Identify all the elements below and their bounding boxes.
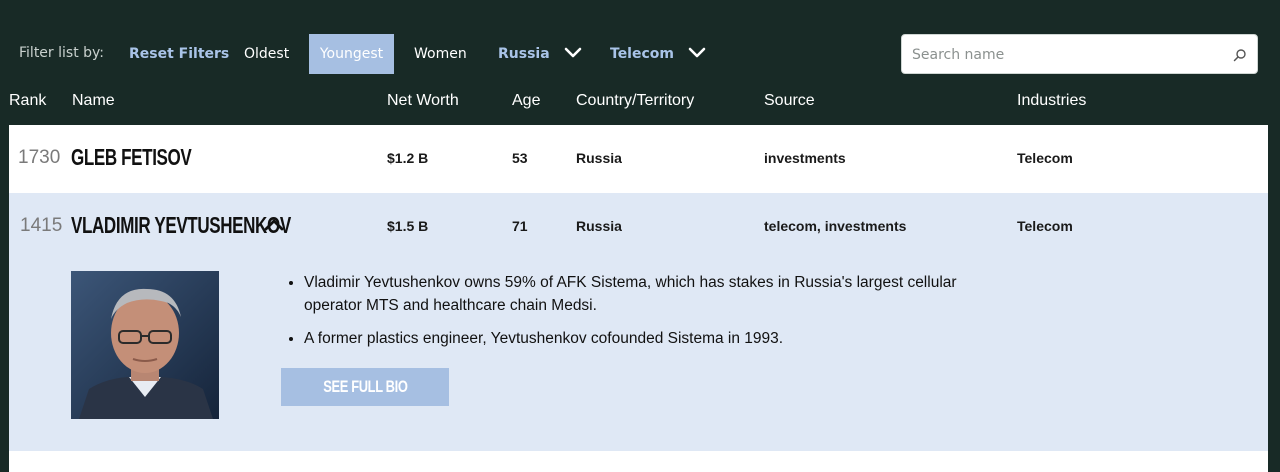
search-input[interactable] — [912, 43, 1222, 67]
country-dropdown-label: Russia — [498, 46, 550, 62]
column-header-net-worth[interactable]: Net Worth — [387, 92, 459, 110]
column-header-rank[interactable]: Rank — [9, 92, 46, 110]
filter-women-button[interactable]: Women — [414, 34, 467, 74]
column-header-age[interactable]: Age — [512, 92, 540, 110]
column-header-country[interactable]: Country/Territory — [576, 92, 694, 110]
row-industries: Telecom — [1017, 150, 1073, 166]
search-icon[interactable] — [1233, 47, 1247, 66]
table-row[interactable] — [9, 451, 1268, 472]
row-rank: 1730 — [18, 147, 61, 168]
see-full-bio-label: SEE FULL BIO — [322, 377, 408, 396]
filter-bar: Filter list by: Reset Filters Oldest You… — [0, 34, 1280, 74]
row-country: Russia — [576, 150, 622, 166]
table-row[interactable]: 1730 GLEB FETISOV $1.2 B 53 Russia inves… — [9, 125, 1268, 193]
see-full-bio-button[interactable]: SEE FULL BIO — [281, 368, 449, 406]
row-rank: 1415 — [20, 215, 63, 236]
row-name[interactable]: GLEB FETISOV — [71, 144, 192, 171]
industry-dropdown[interactable]: Telecom — [610, 34, 708, 74]
reset-filters-button[interactable]: Reset Filters — [129, 34, 229, 74]
row-age: 71 — [512, 218, 528, 234]
row-industries: Telecom — [1017, 218, 1073, 234]
row-source: investments — [764, 150, 846, 166]
bio-bullet: A former plastics engineer, Yevtushenkov… — [304, 327, 964, 350]
row-net-worth: $1.5 B — [387, 218, 429, 234]
country-dropdown[interactable]: Russia — [498, 34, 584, 74]
filter-label: Filter list by: — [19, 45, 105, 61]
column-header-source[interactable]: Source — [764, 92, 815, 110]
industry-dropdown-label: Telecom — [610, 46, 674, 62]
chevron-down-icon — [564, 34, 584, 74]
filter-youngest-button[interactable]: Youngest — [309, 34, 394, 74]
table-row-expanded[interactable]: 1415 VLADIMIR YEVTUSHENKOV $1.5 B 71 Rus… — [9, 193, 1268, 451]
profile-photo — [71, 271, 219, 419]
row-net-worth: $1.2 B — [387, 150, 429, 166]
row-country: Russia — [576, 218, 622, 234]
row-source: telecom, investments — [764, 218, 907, 234]
bio-bullets: Vladimir Yevtushenkov owns 59% of AFK Si… — [284, 271, 964, 360]
search-box — [901, 34, 1258, 74]
filter-oldest-button[interactable]: Oldest — [244, 34, 289, 74]
bio-bullet: Vladimir Yevtushenkov owns 59% of AFK Si… — [304, 271, 964, 317]
chevron-down-icon — [688, 34, 708, 74]
row-name[interactable]: VLADIMIR YEVTUSHENKOV — [71, 212, 291, 239]
column-header-industries[interactable]: Industries — [1017, 92, 1086, 110]
column-header-name[interactable]: Name — [72, 92, 115, 110]
chevron-up-icon[interactable] — [264, 217, 284, 236]
row-age: 53 — [512, 150, 528, 166]
